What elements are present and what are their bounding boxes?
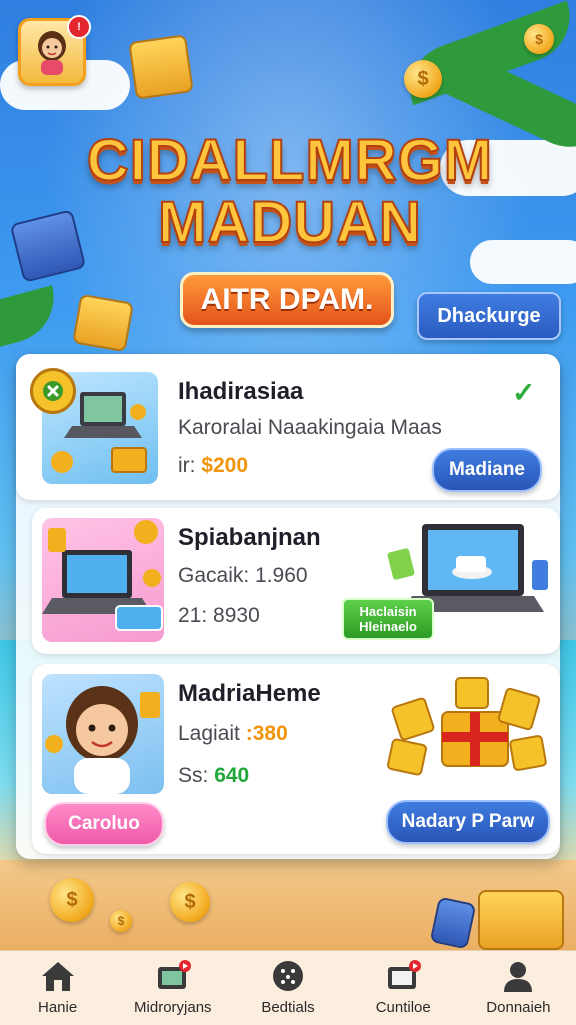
offer-card[interactable]: Spiabanjnan Gacaik: 1.960 21: 8930 Hacla… bbox=[32, 508, 560, 654]
nav-item-profile[interactable]: Donnaieh bbox=[461, 951, 576, 1025]
nav-label: Cuntiloe bbox=[375, 999, 431, 1016]
person-icon bbox=[504, 962, 533, 992]
nav-label: Donnaieh bbox=[486, 999, 551, 1016]
tv-icon bbox=[388, 960, 422, 989]
gold-gift-icon bbox=[386, 677, 547, 776]
coin-decoration: $ bbox=[170, 882, 210, 922]
offer-description: Karoralai Naaakingaia Maas bbox=[178, 416, 442, 439]
coin-decoration: $ bbox=[50, 878, 94, 922]
profile-avatar-button[interactable]: ! bbox=[18, 15, 91, 86]
nav-item-videos[interactable]: Midroryjans bbox=[115, 951, 230, 1025]
checkmark-icon: ✓ bbox=[512, 377, 536, 408]
nav-item-bedtials[interactable]: Bedtials bbox=[230, 951, 345, 1025]
laptop-icon bbox=[42, 520, 163, 631]
game-title: CIDALLMRGM MADUAN bbox=[40, 128, 540, 255]
reward-value: $200 bbox=[201, 454, 249, 477]
nav-label: Bedtials bbox=[261, 999, 315, 1016]
offer-title: Spiabanjnan bbox=[178, 524, 321, 551]
offer-description: Gacaik: 1.960 bbox=[178, 564, 308, 587]
coin-decoration: $ bbox=[110, 910, 132, 932]
reward-value: 640 bbox=[214, 764, 250, 787]
offer-action-button[interactable]: Madiane bbox=[432, 448, 542, 492]
nav-label: Midroryjans bbox=[134, 999, 212, 1016]
home-icon bbox=[41, 962, 74, 991]
close-badge[interactable] bbox=[30, 368, 76, 414]
offer-card[interactable]: Ihadirasiaa Karoralai Naaakingaia Maas i… bbox=[16, 354, 560, 500]
offer-reward: Ss: 640 bbox=[178, 764, 249, 788]
top-action-button[interactable]: Dhackurge bbox=[417, 292, 561, 340]
reward-prefix: ir: bbox=[178, 454, 202, 477]
description-prefix: Lagiait bbox=[178, 722, 246, 745]
title-line-2: MADUAN bbox=[157, 190, 422, 255]
coin-decoration: $ bbox=[404, 60, 442, 98]
video-icon bbox=[157, 960, 191, 989]
dice-icon bbox=[273, 961, 303, 991]
notification-badge: ! bbox=[67, 15, 91, 39]
character-icon bbox=[45, 686, 160, 794]
nav-label: Hanie bbox=[38, 999, 78, 1016]
avatar-icon bbox=[38, 31, 66, 75]
title-line-1: CIDALLMRGM bbox=[86, 128, 494, 193]
subtitle-banner: AITR DPAM. bbox=[180, 272, 394, 328]
offer-reward: ir: $200 bbox=[178, 454, 248, 478]
treasure-box-decoration bbox=[478, 890, 564, 950]
offer-thumbnail bbox=[42, 518, 164, 642]
offer-detail: 21: 8930 bbox=[178, 604, 260, 627]
nav-item-cuntiloe[interactable]: Cuntiloe bbox=[346, 951, 461, 1025]
treasure-box-decoration bbox=[128, 34, 194, 100]
coin-decoration: $ bbox=[524, 24, 554, 54]
offer-card[interactable]: MadriaHeme Lagiait :380 Ss: 640 Caroluo … bbox=[32, 664, 560, 854]
offer-tag: Haclaisin Hleinaelo bbox=[342, 598, 434, 640]
treasure-box-decoration bbox=[72, 293, 134, 353]
offer-action-button[interactable]: Nadary P Parw bbox=[386, 800, 550, 844]
offer-secondary-button[interactable]: Caroluo bbox=[44, 802, 164, 846]
tag-line-2: Hleinaelo bbox=[359, 619, 417, 634]
offer-description: Lagiait :380 bbox=[178, 722, 288, 746]
close-icon bbox=[43, 381, 63, 401]
offers-panel: Ihadirasiaa Karoralai Naaakingaia Maas i… bbox=[16, 354, 560, 859]
reward-prefix: Ss: bbox=[178, 764, 215, 787]
offer-thumbnail bbox=[42, 674, 164, 794]
offer-title: Ihadirasiaa bbox=[178, 378, 304, 405]
tag-line-1: Haclaisin bbox=[359, 604, 417, 619]
offer-title: MadriaHeme bbox=[178, 680, 321, 707]
nav-item-home[interactable]: Hanie bbox=[0, 951, 115, 1025]
description-value: :380 bbox=[245, 722, 288, 745]
bottom-navigation: Hanie Midroryjans Bedtials Cuntiloe Donn… bbox=[0, 950, 576, 1025]
